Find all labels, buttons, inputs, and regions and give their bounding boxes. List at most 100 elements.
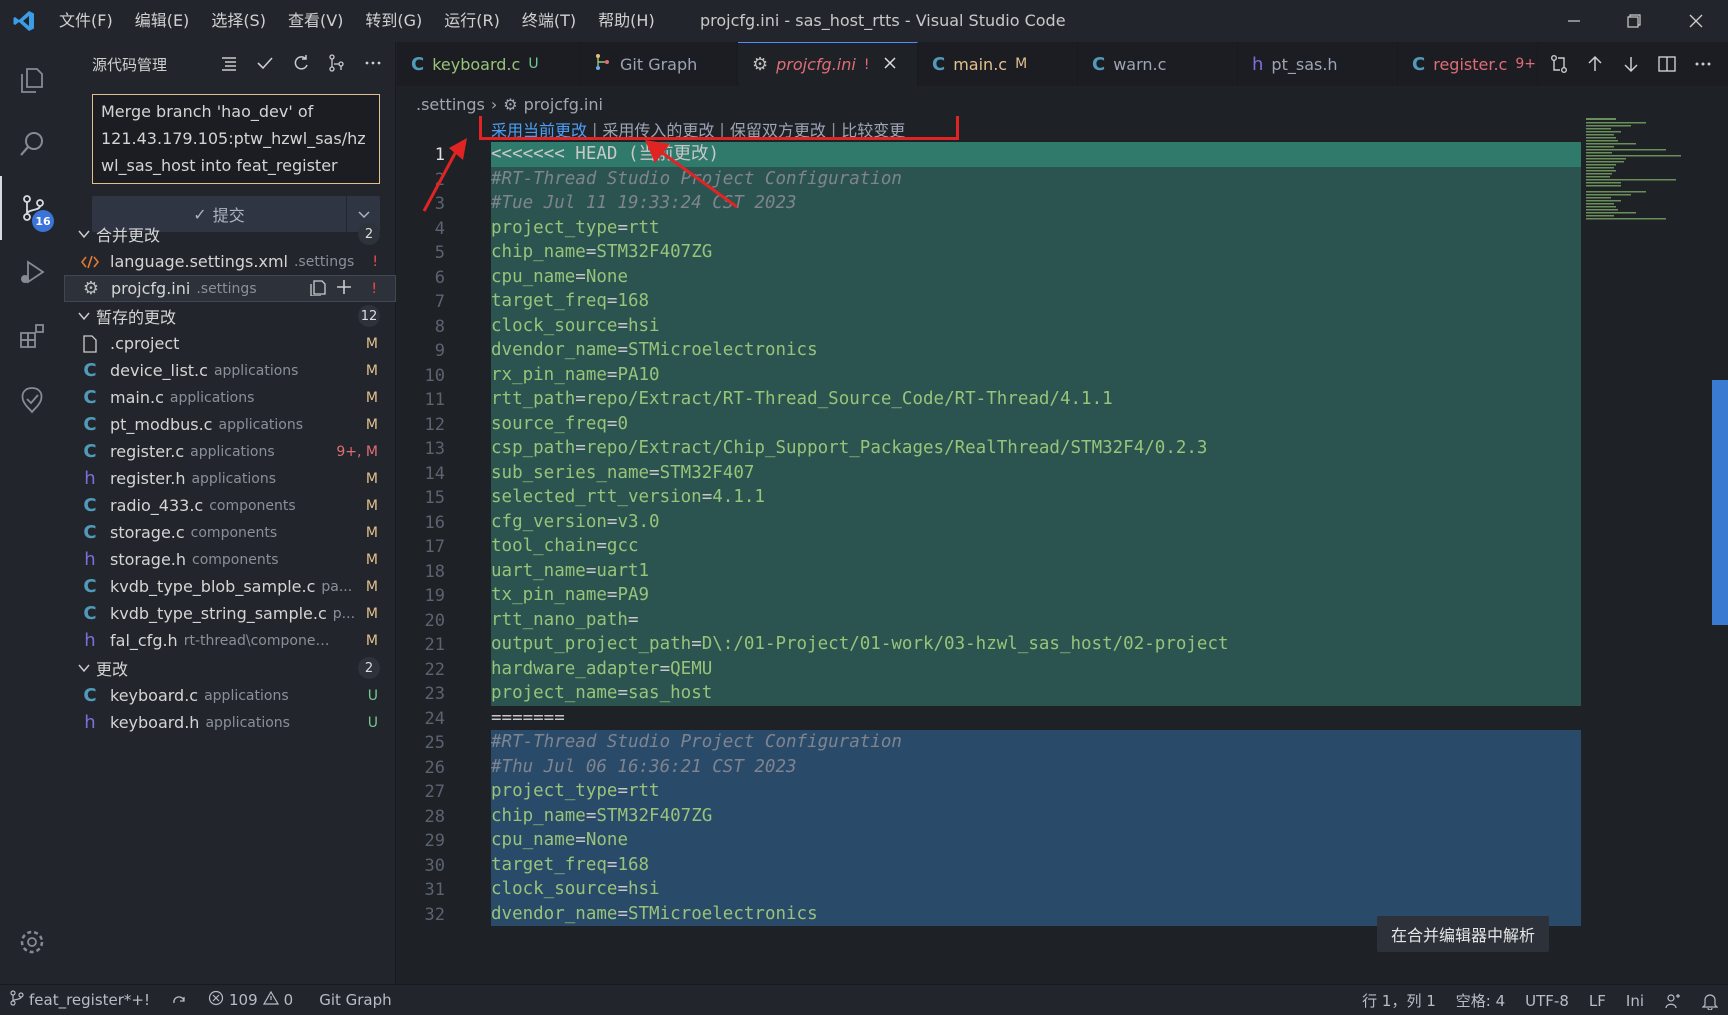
code-line: sub_series_name=STM32F407 [491, 460, 1581, 485]
menu-item[interactable]: 终端(T) [511, 0, 587, 42]
stage-changes-icon[interactable] [335, 278, 353, 300]
problems-indicator[interactable]: 109 0 [198, 990, 303, 1010]
editor-tab[interactable]: Cregister.c 9+ [1398, 42, 1538, 86]
close-tab-icon[interactable] [883, 55, 897, 74]
ini-key: hardware_adapter [491, 658, 660, 679]
scm-file-item[interactable]: Ckeyboard.c applications U [64, 682, 396, 709]
indentation[interactable]: 空格: 4 [1446, 990, 1515, 1011]
scm-count-badge: 16 [32, 210, 54, 232]
scrollbar-thumb[interactable] [1712, 380, 1728, 625]
scm-file-item[interactable]: ⚙ projcfg.ini .settings! [64, 275, 396, 302]
file-status: M [365, 497, 378, 514]
breadcrumb-file[interactable]: projcfg.ini [524, 95, 603, 114]
sync-icon[interactable] [160, 993, 198, 1007]
scm-group-header[interactable]: 更改 2 [64, 654, 396, 682]
editor-tab[interactable]: h pt_sas.h [1238, 42, 1398, 86]
settings-gear-icon[interactable] [0, 910, 64, 974]
testing-icon[interactable] [0, 368, 64, 432]
ini-key: target_freq [491, 291, 607, 311]
scm-file-item[interactable]: Cmain.c applications M [64, 384, 396, 411]
more-editor-actions-icon[interactable] [1690, 51, 1716, 77]
ini-equals: = [606, 854, 618, 875]
end-of-line[interactable]: LF [1579, 992, 1616, 1010]
git-graph-status[interactable]: Git Graph [309, 991, 401, 1009]
scm-file-item[interactable]: h keyboard.h applications U [64, 709, 396, 736]
scm-group-header[interactable]: 暂存的更改 12 [64, 302, 396, 330]
close-window-icon[interactable] [1666, 0, 1726, 42]
code-editor[interactable]: 采用当前更改 | 采用传入的更改 | 保留双方更改 | 比较变更 1 <<<<<<… [397, 116, 1728, 984]
ini-key: project_type [491, 781, 618, 801]
code-line: tx_pin_name=PA9 [491, 583, 1581, 608]
scm-file-item[interactable]: .cproject M [64, 330, 396, 357]
split-editor-icon[interactable] [1654, 51, 1680, 77]
scm-file-item[interactable]: language.settings.xml .settings! [64, 248, 396, 275]
menu-item[interactable]: 选择(S) [200, 0, 277, 42]
line-number: 18 [424, 561, 445, 582]
scm-file-item[interactable]: Cpt_modbus.c applications M [64, 411, 396, 438]
next-conflict-icon[interactable] [1618, 51, 1644, 77]
open-changes-icon[interactable] [1546, 51, 1572, 77]
scm-file-item[interactable]: h register.h applications M [64, 465, 396, 492]
editor-tab[interactable]: Ckeyboard.c U [397, 42, 580, 86]
editor-tab[interactable]: Git Graph [580, 42, 738, 86]
cursor-position[interactable]: 行 1，列 1 [1352, 990, 1446, 1011]
ini-equals: = [617, 683, 628, 703]
menu-item[interactable]: 运行(R) [433, 0, 511, 42]
language-mode[interactable]: Ini [1616, 992, 1654, 1010]
ini-value: STM32F407 [659, 462, 755, 483]
notifications-icon[interactable] [1692, 992, 1728, 1010]
menu-item[interactable]: 文件(F) [48, 0, 124, 42]
branch-indicator[interactable]: feat_register*+! [0, 990, 160, 1010]
line-number: 7 [434, 292, 445, 312]
file-name: fal_cfg.h [110, 631, 178, 650]
scm-file-item[interactable]: Cstorage.c components M [64, 519, 396, 546]
ini-equals: = [575, 438, 586, 458]
commit-check-icon[interactable] [252, 50, 278, 76]
editor-tab[interactable]: ⚙ projcfg.ini! [738, 42, 918, 86]
scm-file-item[interactable]: Ckvdb_type_string_sample.c p... M [64, 600, 396, 627]
ini-equals: = [617, 340, 628, 360]
file-name: register.c [110, 442, 185, 461]
scm-file-item[interactable]: Ckvdb_type_blob_sample.c pa... M [64, 573, 396, 600]
breadcrumb-folder[interactable]: .settings [416, 95, 485, 114]
view-as-tree-icon[interactable] [216, 50, 242, 76]
menu-item[interactable]: 编辑(E) [124, 0, 201, 42]
scm-file-item[interactable]: Cdevice_list.c applications M [64, 357, 396, 384]
scm-file-item[interactable]: h storage.h components M [64, 546, 396, 573]
open-file-icon[interactable] [309, 278, 327, 300]
search-icon[interactable] [0, 112, 64, 176]
minimap[interactable] [1586, 116, 1706, 984]
menu-bar: 文件(F) 编辑(E) 选择(S) 查看(V) 转到(G) 运行(R) 终端(T) 帮助(H) [48, 0, 666, 42]
explorer-icon[interactable] [0, 48, 64, 112]
editor-tab[interactable]: Cmain.c M [918, 42, 1078, 86]
ini-key: source_freq [491, 413, 607, 434]
file-icon [78, 334, 102, 353]
file-name: pt_modbus.c [110, 415, 213, 434]
code-line: clock_source=hsi [491, 313, 1581, 338]
feedback-icon[interactable] [1654, 992, 1692, 1010]
editor-tab[interactable]: Cwarn.c [1078, 42, 1238, 86]
extensions-icon[interactable] [0, 304, 64, 368]
scm-file-item[interactable]: Cregister.c applications 9+, M [64, 438, 396, 465]
refresh-icon[interactable] [288, 50, 314, 76]
branch-graph-icon[interactable] [324, 50, 350, 76]
scm-group-header[interactable]: 合并更改 2 [64, 220, 396, 248]
menu-item[interactable]: 查看(V) [277, 0, 354, 42]
source-control-icon[interactable]: 16 [0, 176, 64, 240]
encoding[interactable]: UTF-8 [1515, 992, 1579, 1010]
source-control-sidebar: 源代码管理 Merge branch 'hao_dev' of 121.43.1… [64, 42, 396, 984]
scm-file-item[interactable]: Cradio_433.c components M [64, 492, 396, 519]
run-debug-icon[interactable] [0, 240, 64, 304]
commit-message-input[interactable]: Merge branch 'hao_dev' of 121.43.179.105… [92, 94, 380, 184]
scm-file-item[interactable]: h fal_cfg.h rt-thread\component... M [64, 627, 396, 654]
resolve-in-merge-editor-button[interactable]: 在合并编辑器中解析 [1377, 916, 1550, 952]
minimize-icon[interactable] [1544, 0, 1604, 42]
menu-item[interactable]: 帮助(H) [587, 0, 666, 42]
ini-equals: = [606, 364, 618, 385]
restore-icon[interactable] [1604, 0, 1664, 42]
previous-conflict-icon[interactable] [1582, 51, 1608, 77]
line-number: 27 [424, 782, 445, 802]
more-actions-icon[interactable] [360, 50, 386, 76]
menu-item[interactable]: 转到(G) [354, 0, 433, 42]
error-icon [208, 990, 224, 1010]
